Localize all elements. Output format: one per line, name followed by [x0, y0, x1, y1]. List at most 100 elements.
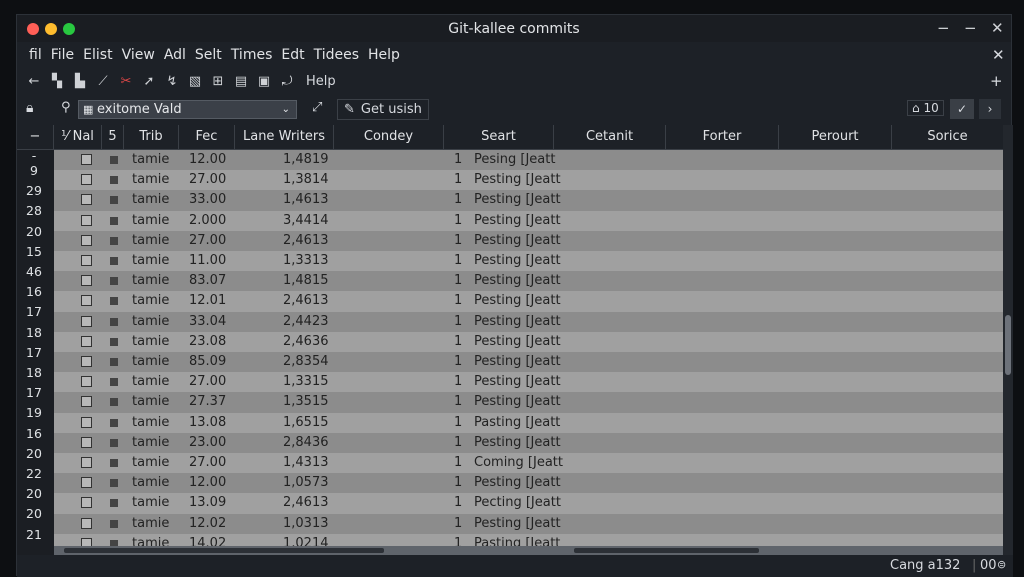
row-checkbox[interactable] [81, 457, 92, 468]
table-header: − ⅟ Nal 5 Trib Fec Lane Writers Condey S… [17, 125, 1003, 150]
table-row[interactable]: tamie 27.00 1,3814 1 Pesting [Jeatt [54, 170, 1003, 191]
cell-fec: 11.00 [189, 253, 227, 268]
menu-help[interactable]: Help [368, 47, 400, 63]
table-row[interactable]: tamie 23.08 2,4636 1 Pesting [Jeatt [54, 331, 1003, 352]
settings-icon[interactable]: ⊜ [997, 558, 1006, 571]
row-number: 20 [26, 445, 42, 461]
column-header-trib[interactable]: Trib [124, 125, 179, 149]
row-checkbox[interactable] [81, 477, 92, 489]
row-checkbox[interactable] [81, 295, 92, 307]
table-row[interactable]: tamie 13.09 2,4613 1 Pecting [Jeatt [54, 493, 1003, 514]
column-header-seart[interactable]: Seart [444, 125, 554, 149]
search-icon[interactable]: ⚲ [61, 100, 71, 115]
vertical-scroll-thumb[interactable] [1005, 315, 1011, 375]
table-row[interactable]: tamie 33.00 1,4613 1 Pesting [Jeatt [54, 190, 1003, 211]
close-icon[interactable]: ✕ [991, 19, 1004, 37]
row-checkbox[interactable] [81, 214, 92, 226]
table-row[interactable]: tamie 83.07 1,4815 1 Pesting [Jeatt [54, 271, 1003, 292]
menu-elist[interactable]: Elist [83, 47, 112, 63]
row-number: 9 [30, 163, 38, 178]
cell-trib: tamie [132, 172, 170, 188]
row-checkbox[interactable] [81, 154, 92, 165]
table-row[interactable]: tamie 2.000 3,4414 1 Pesting [Jeatt [54, 210, 1003, 231]
merge-icon[interactable]: ▣ [255, 74, 273, 89]
cut-icon[interactable]: ✂ [117, 74, 135, 89]
table-row[interactable]: tamie 33.04 2,4423 1 Pesting [Jeatt [54, 311, 1003, 332]
menu-tidees[interactable]: Tidees [314, 47, 359, 63]
brush-icon[interactable]: ⟋ [94, 74, 112, 89]
menu-adl[interactable]: Adl [164, 47, 186, 63]
zoom-level: 10 [923, 101, 939, 115]
copy-icon[interactable]: ▚ [48, 74, 66, 89]
column-header-cetanit[interactable]: Cetanit [554, 125, 666, 149]
row-checkbox[interactable] [81, 234, 92, 246]
row-checkbox[interactable] [81, 194, 92, 206]
column-header-perourt[interactable]: Perourt [779, 125, 892, 149]
row-checkbox[interactable] [81, 376, 92, 388]
menu-file[interactable]: File [51, 47, 74, 63]
pin-icon[interactable]: ➚ [140, 74, 158, 89]
table-row[interactable]: tamie 27.00 1,4313 1 Coming [Jeatt [54, 453, 1003, 474]
horizontal-scrollbar[interactable] [54, 546, 1003, 555]
table-row[interactable]: tamie 27.00 1,3315 1 Pesting [Jeatt [54, 372, 1003, 393]
menu-view[interactable]: View [122, 47, 155, 63]
table-row[interactable]: tamie 12.00 1,0573 1 Pesting [Jeatt [54, 473, 1003, 494]
horizontal-scroll-thumb-2[interactable] [574, 548, 759, 553]
branch-button[interactable]: ✎ Get usish [337, 99, 429, 120]
lock-icon: 🔒︎ [26, 100, 34, 116]
row-checkbox[interactable] [81, 315, 92, 327]
table-row[interactable]: tamie 23.00 2,8436 1 Pesting [Jeatt [54, 432, 1003, 453]
row-checkbox[interactable] [81, 275, 92, 287]
row-checkbox[interactable] [81, 396, 92, 408]
column-header-forter[interactable]: Forter [666, 125, 779, 149]
horizontal-scroll-thumb[interactable] [64, 548, 384, 553]
row-checkbox[interactable] [81, 517, 92, 529]
add-icon[interactable]: + [990, 72, 1003, 90]
next-icon[interactable]: › [979, 99, 1001, 119]
menu-edt[interactable]: Edt [281, 47, 304, 63]
row-checkbox[interactable] [81, 436, 92, 448]
column-header-lane-writers[interactable]: Lane Writers [235, 125, 334, 149]
table-row[interactable]: tamie 27.00 2,4613 1 Pesting [Jeatt [54, 230, 1003, 251]
menu-times[interactable]: Times [231, 47, 273, 63]
paste-icon[interactable]: ▙ [71, 74, 89, 89]
column-header-sorice[interactable]: Sorice [892, 125, 1003, 149]
row-number: 20 [26, 223, 42, 239]
help-button[interactable]: Help [306, 74, 336, 89]
commit-icon[interactable]: ↯ [163, 74, 181, 89]
back-arrow-icon[interactable]: ← [25, 74, 43, 89]
minimize-icon[interactable]: − [937, 19, 950, 37]
column-header-5[interactable]: 5 [102, 125, 124, 149]
row-checkbox[interactable] [81, 497, 92, 509]
cell-condey: 1 [454, 293, 463, 309]
vertical-scrollbar[interactable] [1003, 125, 1013, 555]
menu-fil[interactable]: fil [29, 47, 42, 63]
minimize-alt-icon[interactable]: − [964, 19, 977, 37]
table-row[interactable]: tamie 85.09 2,8354 1 Pesting [Jeatt [54, 352, 1003, 373]
row-checkbox[interactable] [81, 416, 92, 428]
table-row[interactable]: tamie 12.01 2,4613 1 Pesting [Jeatt [54, 291, 1003, 312]
tag-icon[interactable]: ▧ [186, 74, 204, 89]
row-checkbox[interactable] [81, 356, 92, 367]
row-checkbox[interactable] [81, 335, 92, 347]
row-checkbox[interactable] [81, 255, 92, 266]
row-checkbox[interactable] [81, 174, 92, 186]
confirm-icon[interactable]: ✓ [950, 99, 974, 119]
column-header-fec[interactable]: Fec [179, 125, 235, 149]
arrow-icon[interactable]: ⤾ [278, 74, 296, 89]
stash-icon[interactable]: ▤ [232, 74, 250, 89]
edit-icon[interactable]: ⤢ [312, 100, 322, 115]
column-header-nal[interactable]: ⅟ Nal [54, 125, 102, 149]
search-input[interactable]: ▦ exitome Vald ⌄ [78, 100, 297, 119]
column-header-condey[interactable]: Condey [334, 125, 444, 149]
branch-icon[interactable]: ⊞ [209, 74, 227, 89]
table-row[interactable]: tamie 12.02 1,0313 1 Pesting [Jeatt [54, 513, 1003, 534]
zoom-control[interactable]: ⌂ 10 [907, 100, 944, 116]
menu-selt[interactable]: Selt [195, 47, 222, 63]
table-row[interactable]: tamie 12.00 1,4819 1 Pesing [Jeatt [54, 150, 1003, 171]
table-row[interactable]: tamie 13.08 1,6515 1 Pasting [Jeatt [54, 412, 1003, 433]
close-menu-icon[interactable]: ✕ [992, 46, 1005, 64]
chevron-down-icon[interactable]: ⌄ [282, 101, 290, 118]
table-row[interactable]: tamie 11.00 1,3313 1 Pesting [Jeatt [54, 251, 1003, 272]
table-row[interactable]: tamie 27.37 1,3515 1 Pesting [Jeatt [54, 392, 1003, 413]
